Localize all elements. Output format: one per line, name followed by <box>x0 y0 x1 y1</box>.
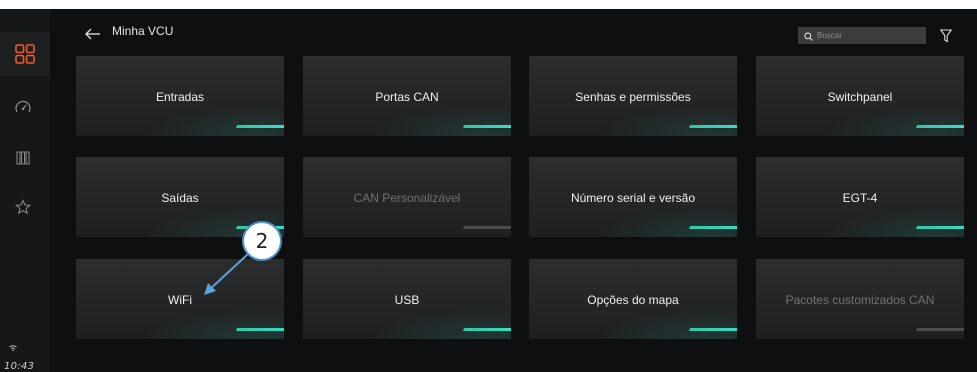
card-wifi[interactable]: WiFi <box>76 259 284 339</box>
card-label: Senhas e permissões <box>575 90 691 104</box>
card-accent <box>689 226 737 229</box>
card-accent <box>916 125 964 128</box>
filter-icon[interactable] <box>939 28 953 47</box>
card-opcoes-mapa[interactable]: Opções do mapa <box>529 259 737 339</box>
sidebar-item-gauge[interactable] <box>0 85 46 129</box>
header: Minha VCU <box>50 9 977 49</box>
arrow-left-icon[interactable] <box>85 25 101 44</box>
card-usb[interactable]: USB <box>303 259 511 339</box>
card-label: Número serial e versão <box>570 191 696 205</box>
card-accent <box>236 328 284 331</box>
clock: 10:43 <box>4 361 35 372</box>
search-box[interactable] <box>798 27 926 44</box>
card-accent <box>689 328 737 331</box>
card-entradas[interactable]: Entradas <box>76 56 284 136</box>
wifi-icon <box>9 344 17 354</box>
card-numero-serial[interactable]: Número serial e versão <box>529 157 737 237</box>
card-accent <box>463 125 511 128</box>
star-icon <box>15 199 31 215</box>
gauge-icon <box>15 100 31 114</box>
card-label: Entradas <box>155 90 205 104</box>
card-egt-4[interactable]: EGT-4 <box>756 157 964 237</box>
card-label: CAN Personalizável <box>353 191 461 205</box>
card-accent <box>463 328 511 331</box>
card-label: USB <box>394 293 420 307</box>
callout-number: 2 <box>242 221 282 261</box>
page-title: Minha VCU <box>112 24 174 38</box>
card-pacotes-customizados-can: Pacotes customizados CAN <box>756 259 964 339</box>
columns-icon <box>16 151 30 165</box>
card-accent <box>916 226 964 229</box>
app-screen: 10:43 Minha VCU Entrada <box>0 9 977 372</box>
card-senhas-permissoes[interactable]: Senhas e permissões <box>529 56 737 136</box>
card-label: WiFi <box>168 293 192 307</box>
sidebar: 10:43 <box>0 9 50 372</box>
card-label: Portas CAN <box>375 90 439 104</box>
sidebar-item-favorites[interactable] <box>0 185 46 229</box>
card-label: Opções do mapa <box>587 293 679 307</box>
card-label: EGT-4 <box>842 191 878 205</box>
card-accent <box>689 125 737 128</box>
card-accent <box>463 226 511 229</box>
card-switchpanel[interactable]: Switchpanel <box>756 56 964 136</box>
search-input[interactable] <box>817 31 917 40</box>
card-label: Pacotes customizados CAN <box>785 293 935 307</box>
card-label: Switchpanel <box>827 90 893 104</box>
card-accent <box>236 125 284 128</box>
card-can-personalizavel: CAN Personalizável <box>303 157 511 237</box>
card-portas-can[interactable]: Portas CAN <box>303 56 511 136</box>
search-icon <box>804 26 813 45</box>
sidebar-item-apps[interactable] <box>0 32 50 76</box>
card-label: Saídas <box>161 191 199 205</box>
apps-grid-icon <box>15 44 35 64</box>
sidebar-item-columns[interactable] <box>0 136 46 180</box>
card-accent <box>916 328 964 331</box>
